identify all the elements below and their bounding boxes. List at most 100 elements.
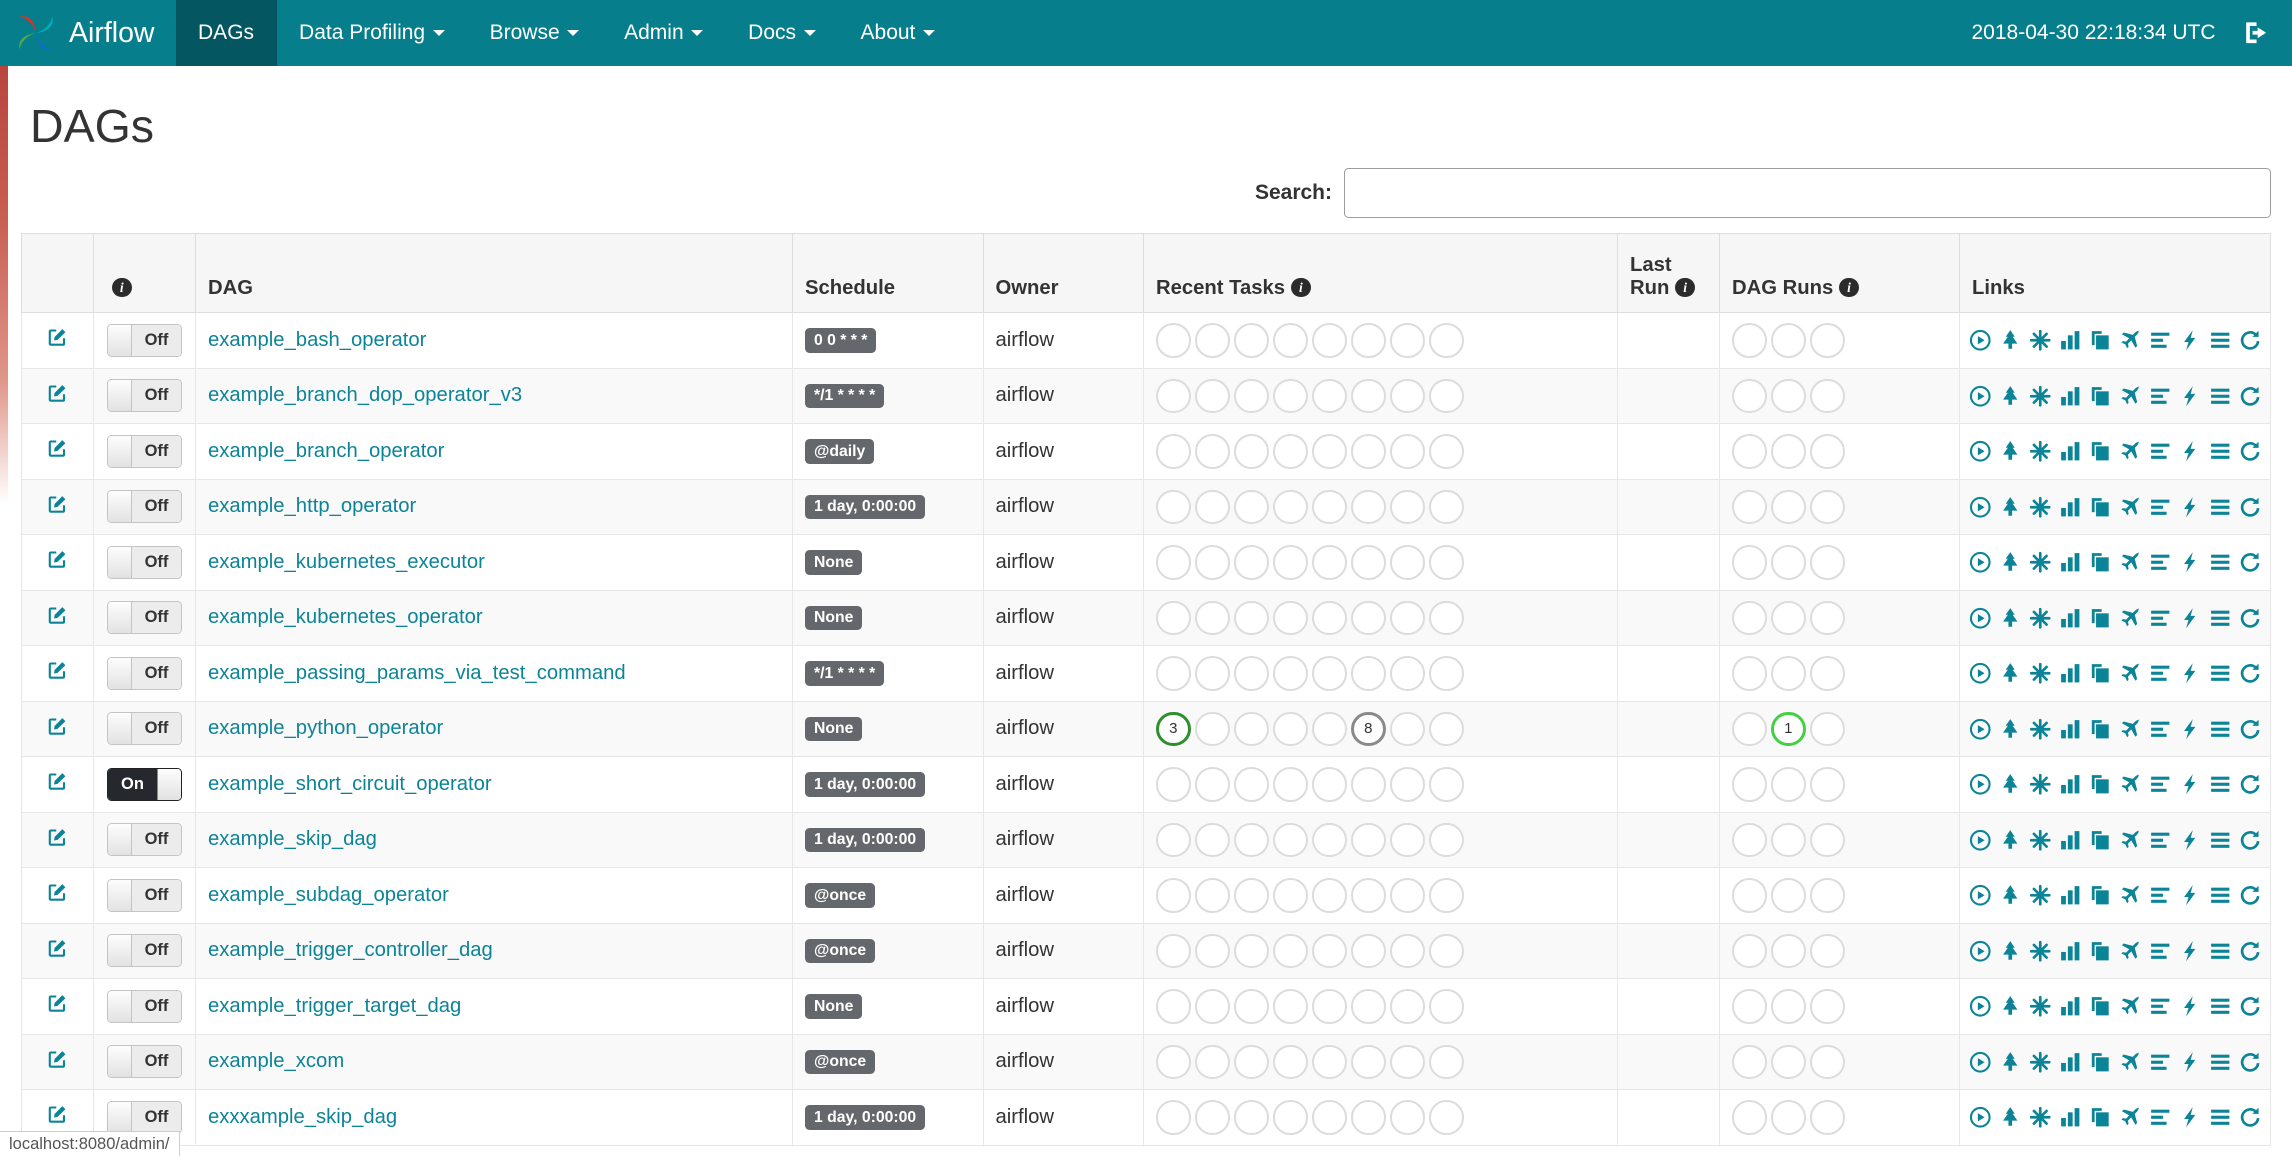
gantt-view-icon[interactable] bbox=[2149, 329, 2172, 352]
code-view-icon[interactable] bbox=[2179, 884, 2202, 907]
refresh-icon[interactable] bbox=[2239, 551, 2262, 574]
graph-view-icon[interactable] bbox=[2029, 496, 2052, 519]
tree-view-icon[interactable] bbox=[1999, 607, 2022, 630]
tree-view-icon[interactable] bbox=[1999, 662, 2022, 685]
gantt-view-icon[interactable] bbox=[2149, 440, 2172, 463]
trigger-dag-icon[interactable] bbox=[1969, 440, 1992, 463]
dag-link[interactable]: example_short_circuit_operator bbox=[208, 773, 492, 795]
code-view-icon[interactable] bbox=[2179, 385, 2202, 408]
edit-dag-button[interactable] bbox=[46, 881, 69, 904]
nav-item-data-profiling[interactable]: Data Profiling bbox=[277, 0, 468, 66]
edit-dag-button[interactable] bbox=[46, 1048, 69, 1071]
header-dag[interactable]: DAG bbox=[194, 232, 794, 314]
code-view-icon[interactable] bbox=[2179, 551, 2202, 574]
landing-times-icon[interactable] bbox=[2119, 440, 2142, 463]
refresh-icon[interactable] bbox=[2239, 329, 2262, 352]
landing-times-icon[interactable] bbox=[2119, 1106, 2142, 1129]
tree-view-icon[interactable] bbox=[1999, 940, 2022, 963]
nav-item-admin[interactable]: Admin bbox=[602, 0, 726, 66]
graph-view-icon[interactable] bbox=[2029, 662, 2052, 685]
task-tries-icon[interactable] bbox=[2089, 385, 2112, 408]
trigger-dag-icon[interactable] bbox=[1969, 1051, 1992, 1074]
landing-times-icon[interactable] bbox=[2119, 1051, 2142, 1074]
task-duration-icon[interactable] bbox=[2059, 884, 2082, 907]
edit-dag-button[interactable] bbox=[46, 604, 69, 627]
tree-view-icon[interactable] bbox=[1999, 1051, 2022, 1074]
task-state-circle[interactable]: 1 bbox=[1771, 711, 1806, 746]
trigger-dag-icon[interactable] bbox=[1969, 995, 1992, 1018]
code-view-icon[interactable] bbox=[2179, 329, 2202, 352]
brand[interactable]: Airflow bbox=[0, 0, 176, 66]
pause-toggle[interactable]: On bbox=[107, 767, 182, 801]
code-view-icon[interactable] bbox=[2179, 607, 2202, 630]
code-view-icon[interactable] bbox=[2179, 718, 2202, 741]
pause-toggle[interactable]: Off bbox=[107, 323, 182, 357]
graph-view-icon[interactable] bbox=[2029, 607, 2052, 630]
task-tries-icon[interactable] bbox=[2089, 718, 2112, 741]
graph-view-icon[interactable] bbox=[2029, 718, 2052, 741]
edit-dag-button[interactable] bbox=[46, 937, 69, 960]
logs-icon[interactable] bbox=[2209, 662, 2232, 685]
code-view-icon[interactable] bbox=[2179, 440, 2202, 463]
code-view-icon[interactable] bbox=[2179, 773, 2202, 796]
logs-icon[interactable] bbox=[2209, 884, 2232, 907]
logs-icon[interactable] bbox=[2209, 829, 2232, 852]
task-duration-icon[interactable] bbox=[2059, 496, 2082, 519]
gantt-view-icon[interactable] bbox=[2149, 1051, 2172, 1074]
gantt-view-icon[interactable] bbox=[2149, 385, 2172, 408]
tree-view-icon[interactable] bbox=[1999, 995, 2022, 1018]
graph-view-icon[interactable] bbox=[2029, 329, 2052, 352]
trigger-dag-icon[interactable] bbox=[1969, 607, 1992, 630]
edit-dag-button[interactable] bbox=[46, 659, 69, 682]
landing-times-icon[interactable] bbox=[2119, 773, 2142, 796]
edit-dag-button[interactable] bbox=[46, 326, 69, 349]
task-tries-icon[interactable] bbox=[2089, 884, 2112, 907]
dag-link[interactable]: example_http_operator bbox=[208, 495, 416, 517]
graph-view-icon[interactable] bbox=[2029, 1051, 2052, 1074]
dag-link[interactable]: example_subdag_operator bbox=[208, 884, 449, 906]
pause-toggle[interactable]: Off bbox=[107, 989, 182, 1023]
refresh-icon[interactable] bbox=[2239, 829, 2262, 852]
refresh-icon[interactable] bbox=[2239, 995, 2262, 1018]
landing-times-icon[interactable] bbox=[2119, 662, 2142, 685]
header-owner[interactable]: Owner bbox=[982, 232, 1145, 314]
logs-icon[interactable] bbox=[2209, 773, 2232, 796]
gantt-view-icon[interactable] bbox=[2149, 829, 2172, 852]
pause-toggle[interactable]: Off bbox=[107, 656, 182, 690]
task-tries-icon[interactable] bbox=[2089, 829, 2112, 852]
landing-times-icon[interactable] bbox=[2119, 385, 2142, 408]
code-view-icon[interactable] bbox=[2179, 829, 2202, 852]
landing-times-icon[interactable] bbox=[2119, 607, 2142, 630]
pause-toggle[interactable]: Off bbox=[107, 1045, 182, 1079]
task-duration-icon[interactable] bbox=[2059, 329, 2082, 352]
task-state-circle[interactable]: 3 bbox=[1156, 711, 1191, 746]
gantt-view-icon[interactable] bbox=[2149, 995, 2172, 1018]
trigger-dag-icon[interactable] bbox=[1969, 662, 1992, 685]
refresh-icon[interactable] bbox=[2239, 385, 2262, 408]
trigger-dag-icon[interactable] bbox=[1969, 551, 1992, 574]
task-duration-icon[interactable] bbox=[2059, 773, 2082, 796]
refresh-icon[interactable] bbox=[2239, 662, 2262, 685]
pause-toggle[interactable]: Off bbox=[107, 712, 182, 746]
dag-link[interactable]: example_skip_dag bbox=[208, 828, 377, 850]
code-view-icon[interactable] bbox=[2179, 995, 2202, 1018]
task-tries-icon[interactable] bbox=[2089, 940, 2112, 963]
tree-view-icon[interactable] bbox=[1999, 829, 2022, 852]
pause-toggle[interactable]: Off bbox=[107, 434, 182, 468]
tree-view-icon[interactable] bbox=[1999, 496, 2022, 519]
trigger-dag-icon[interactable] bbox=[1969, 496, 1992, 519]
trigger-dag-icon[interactable] bbox=[1969, 329, 1992, 352]
task-tries-icon[interactable] bbox=[2089, 440, 2112, 463]
pause-toggle[interactable]: Off bbox=[107, 379, 182, 413]
graph-view-icon[interactable] bbox=[2029, 940, 2052, 963]
task-duration-icon[interactable] bbox=[2059, 718, 2082, 741]
task-tries-icon[interactable] bbox=[2089, 496, 2112, 519]
graph-view-icon[interactable] bbox=[2029, 1106, 2052, 1129]
pause-toggle[interactable]: Off bbox=[107, 934, 182, 968]
landing-times-icon[interactable] bbox=[2119, 551, 2142, 574]
code-view-icon[interactable] bbox=[2179, 496, 2202, 519]
landing-times-icon[interactable] bbox=[2119, 329, 2142, 352]
tree-view-icon[interactable] bbox=[1999, 884, 2022, 907]
graph-view-icon[interactable] bbox=[2029, 773, 2052, 796]
trigger-dag-icon[interactable] bbox=[1969, 718, 1992, 741]
